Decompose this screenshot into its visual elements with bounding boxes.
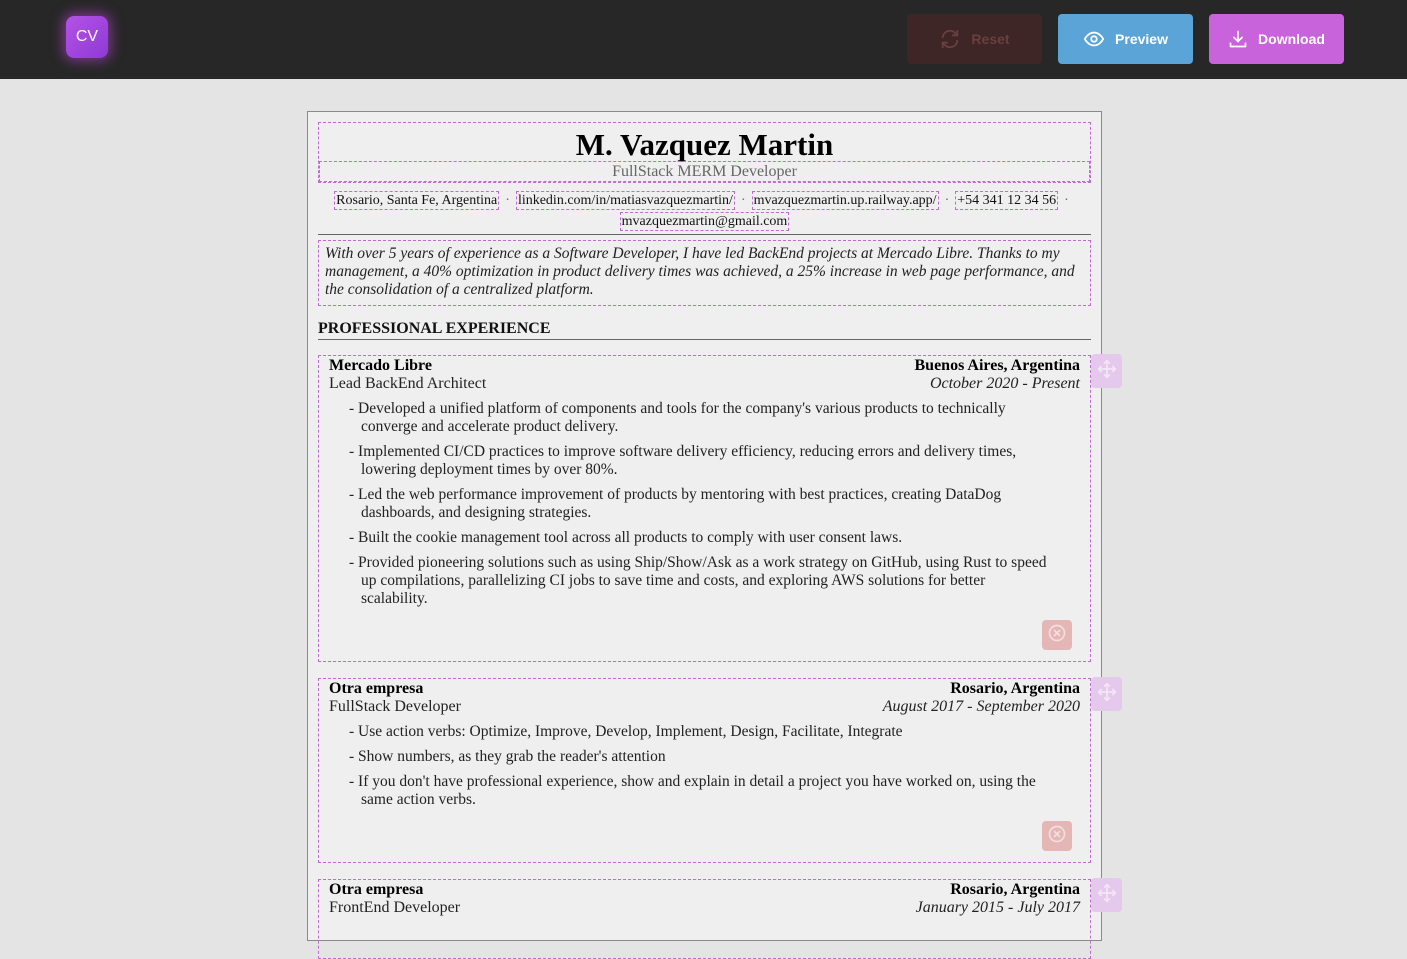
move-icon: [1097, 883, 1117, 908]
job-role[interactable]: FullStack Developer: [329, 698, 461, 716]
eye-icon: [1083, 28, 1105, 50]
preview-button-label: Preview: [1115, 31, 1168, 47]
cv-summary[interactable]: With over 5 years of experience as a Sof…: [318, 240, 1091, 306]
top-bar: CV Reset Preview Download: [0, 0, 1407, 79]
experience-entry[interactable]: Otra empresa FrontEnd Developer Rosario,…: [318, 879, 1091, 959]
job-bullet[interactable]: Show numbers, as they grab the reader's …: [349, 748, 1049, 766]
download-button[interactable]: Download: [1209, 14, 1344, 64]
close-circle-icon: [1047, 824, 1067, 849]
job-bullet[interactable]: If you don't have professional experienc…: [349, 773, 1049, 809]
job-company[interactable]: Otra empresa: [329, 680, 423, 698]
job-company[interactable]: Mercado Libre: [329, 357, 432, 375]
job-role[interactable]: FrontEnd Developer: [329, 899, 460, 917]
refresh-icon: [939, 28, 961, 50]
job-dates[interactable]: August 2017 - September 2020: [883, 698, 1080, 716]
job-bullet[interactable]: Developed a unified platform of componen…: [349, 400, 1049, 436]
delete-entry-button[interactable]: [1042, 821, 1072, 851]
contact-email[interactable]: mvazquezmartin@gmail.com: [619, 212, 790, 231]
cv-name[interactable]: M. Vazquez Martin: [319, 127, 1090, 163]
job-bullet[interactable]: Built the cookie management tool across …: [349, 529, 1049, 547]
drag-handle[interactable]: [1091, 677, 1122, 711]
cv-header[interactable]: M. Vazquez Martin FullStack MERM Develop…: [318, 122, 1091, 183]
job-dates[interactable]: January 2015 - July 2017: [916, 899, 1080, 917]
section-divider: [318, 339, 1091, 340]
job-bullet[interactable]: Provided pioneering solutions such as us…: [349, 554, 1049, 608]
job-company[interactable]: Otra empresa: [329, 881, 423, 899]
header-divider: [318, 234, 1091, 235]
cv-paper: M. Vazquez Martin FullStack MERM Develop…: [307, 111, 1102, 959]
contact-location[interactable]: Rosario, Santa Fe, Argentina: [334, 191, 500, 210]
experience-entry[interactable]: Otra empresa FullStack Developer Rosario…: [318, 678, 1091, 863]
section-title-experience[interactable]: PROFESSIONAL EXPERIENCE: [318, 320, 551, 338]
contact-website[interactable]: mvazquezmartin.up.railway.app/: [751, 191, 939, 210]
download-icon: [1228, 29, 1248, 49]
contact-list: Rosario, Santa Fe, Argentina · linkedin.co…: [334, 191, 1069, 231]
contact-phone[interactable]: +54 341 12 34 56: [955, 191, 1059, 210]
drag-handle[interactable]: [1091, 354, 1122, 388]
job-bullet[interactable]: Led the web performance improvement of p…: [349, 486, 1049, 522]
job-location[interactable]: Buenos Aires, Argentina: [915, 357, 1081, 375]
close-circle-icon: [1047, 623, 1067, 648]
delete-entry-button[interactable]: [1042, 620, 1072, 650]
job-dates[interactable]: October 2020 - Present: [930, 375, 1080, 393]
job-bullets: Developed a unified platform of componen…: [349, 400, 1049, 615]
job-bullets: Use action verbs: Optimize, Improve, Dev…: [349, 723, 1049, 816]
experience-entry[interactable]: Mercado Libre Lead BackEnd Architect Bue…: [318, 355, 1091, 662]
job-bullet[interactable]: Use action verbs: Optimize, Improve, Dev…: [349, 723, 1049, 741]
reset-button[interactable]: Reset: [907, 14, 1042, 64]
job-location[interactable]: Rosario, Argentina: [950, 680, 1080, 698]
move-icon: [1097, 359, 1117, 384]
contact-linkedin[interactable]: linkedin.com/in/matiasvazquezmartin/: [515, 191, 735, 210]
cv-job-title[interactable]: FullStack MERM Developer: [319, 161, 1090, 182]
move-icon: [1097, 682, 1117, 707]
preview-button[interactable]: Preview: [1058, 14, 1193, 64]
job-role[interactable]: Lead BackEnd Architect: [329, 375, 486, 393]
app-logo: CV: [66, 16, 108, 58]
drag-handle[interactable]: [1091, 878, 1122, 912]
job-location[interactable]: Rosario, Argentina: [950, 881, 1080, 899]
reset-button-label: Reset: [971, 31, 1010, 47]
download-button-label: Download: [1258, 31, 1325, 47]
job-bullet[interactable]: Implemented CI/CD practices to improve s…: [349, 443, 1049, 479]
